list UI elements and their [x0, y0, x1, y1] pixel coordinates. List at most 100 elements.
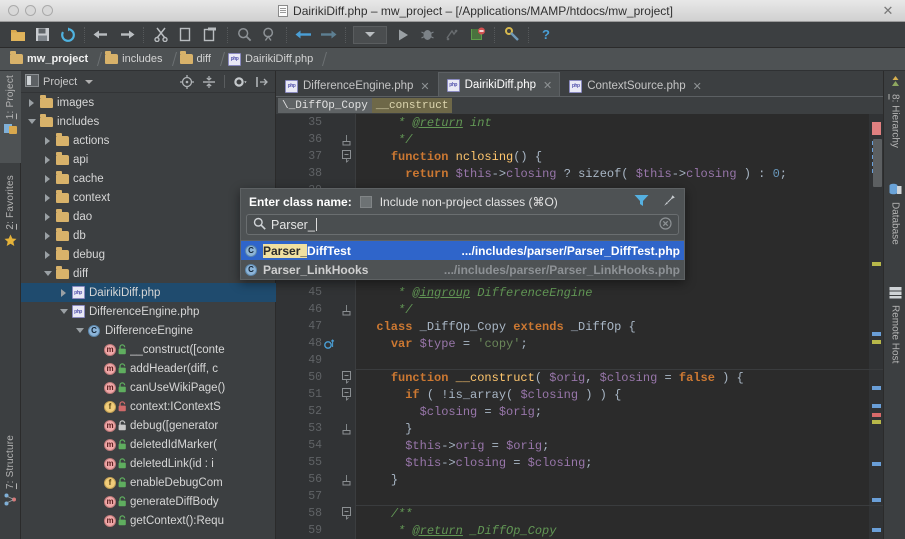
close-window-button[interactable] [8, 5, 19, 16]
marker-change[interactable] [872, 332, 881, 336]
find-icon[interactable] [232, 24, 257, 46]
chevron-down-icon[interactable] [41, 264, 54, 283]
breadcrumb-item-0[interactable]: mw_project [6, 48, 92, 71]
tree-row[interactable]: php DairikiDiff.php [21, 283, 276, 302]
breadcrumb-item-3[interactable]: php DairikiDiff.php [224, 48, 317, 71]
breadcrumb-chip-method[interactable]: __construct [371, 98, 453, 113]
save-all-icon[interactable] [30, 24, 55, 46]
tree-row[interactable]: m debug([generator [21, 416, 276, 435]
clear-icon[interactable] [659, 216, 672, 233]
tree-row[interactable]: api [21, 150, 276, 169]
title-close-icon[interactable]: ✕ [871, 3, 905, 19]
sidebar-item-hierarchy[interactable]: 8: Hierarchy [884, 75, 905, 170]
tree-row[interactable]: f enableDebugCom [21, 473, 276, 492]
tree-row[interactable]: debug [21, 245, 276, 264]
stop-listen-icon[interactable] [465, 24, 490, 46]
tree-row[interactable]: context [21, 188, 276, 207]
marker-change[interactable] [872, 404, 881, 408]
forward-icon[interactable] [316, 24, 341, 46]
marker-warning[interactable] [872, 420, 881, 424]
tree-row[interactable]: C DifferenceEngine [21, 321, 276, 340]
run-config-dropdown[interactable] [353, 25, 387, 44]
chevron-right-icon[interactable] [41, 188, 54, 207]
filter-icon[interactable] [634, 194, 649, 210]
sidebar-item-database[interactable]: Database [884, 183, 905, 273]
tree-row[interactable]: includes [21, 112, 276, 131]
result-item-0[interactable]: C Parser_DiffTest .../includes/parser/Pa… [241, 241, 684, 260]
fold-collapse-icon[interactable] [336, 387, 356, 402]
sidebar-item-structure[interactable]: 7: Structure [0, 435, 21, 535]
fold-end-icon[interactable] [336, 474, 356, 486]
tab-contextsource-php[interactable]: php ContextSource.php ✕ [560, 74, 710, 97]
marker-warning[interactable] [872, 340, 881, 344]
fold-collapse-icon[interactable] [336, 149, 356, 164]
chevron-down-icon[interactable] [73, 321, 86, 340]
breadcrumb-item-1[interactable]: includes [101, 48, 166, 71]
open-project-icon[interactable] [5, 24, 30, 46]
tree-row[interactable]: cache [21, 169, 276, 188]
fold-collapse-icon[interactable] [336, 370, 356, 385]
help-icon[interactable]: ? [533, 24, 558, 46]
chevron-down-icon[interactable] [85, 79, 94, 84]
back-icon[interactable] [291, 24, 316, 46]
chevron-right-icon[interactable] [41, 169, 54, 188]
tree-row[interactable]: php DifferenceEngine.php [21, 302, 276, 321]
chevron-right-icon[interactable] [41, 150, 54, 169]
fold-end-icon[interactable] [336, 134, 356, 146]
chevron-right-icon[interactable] [41, 245, 54, 264]
cut-icon[interactable] [148, 24, 173, 46]
marker-change[interactable] [872, 462, 881, 466]
close-icon[interactable]: ✕ [543, 79, 552, 92]
marker-change[interactable] [872, 386, 881, 390]
marker-warning[interactable] [872, 262, 881, 266]
project-tree[interactable]: images includes actions api cache context dao d… [21, 93, 276, 539]
tree-row[interactable]: diff [21, 264, 276, 283]
paste-icon[interactable] [198, 24, 223, 46]
close-icon[interactable]: ✕ [693, 80, 702, 93]
maximize-window-button[interactable] [42, 5, 53, 16]
goto-class-popup[interactable]: Enter class name: Include non-project cl… [240, 188, 685, 280]
copy-icon[interactable] [173, 24, 198, 46]
tree-row[interactable]: images [21, 93, 276, 112]
replace-icon[interactable] [257, 24, 282, 46]
settings-icon[interactable] [499, 24, 524, 46]
breadcrumb-chip-class[interactable]: \_DiffOp_Copy [278, 98, 372, 113]
tree-row[interactable]: m deletedIdMarker( [21, 435, 276, 454]
chevron-down-icon[interactable] [57, 302, 70, 321]
fold-end-icon[interactable] [336, 304, 356, 316]
tree-row[interactable]: m __construct([conte [21, 340, 276, 359]
locate-icon[interactable] [178, 73, 196, 91]
marker-error[interactable] [872, 413, 881, 417]
undo-icon[interactable] [89, 24, 114, 46]
run-icon[interactable] [390, 24, 415, 46]
redo-icon[interactable] [114, 24, 139, 46]
tree-row[interactable]: m canUseWikiPage() [21, 378, 276, 397]
result-item-1[interactable]: C Parser_LinkHooks .../includes/parser/P… [241, 260, 684, 279]
code-editor[interactable]: 35 * @return int 36 */37 function nclosin… [276, 114, 883, 539]
minimize-window-button[interactable] [25, 5, 36, 16]
hide-panel-icon[interactable] [253, 73, 271, 91]
fold-end-icon[interactable] [336, 423, 356, 435]
popup-result-list[interactable]: C Parser_DiffTest .../includes/parser/Pa… [241, 240, 684, 279]
tree-row[interactable]: m generateDiffBody [21, 492, 276, 511]
tree-row[interactable]: db [21, 226, 276, 245]
window-controls[interactable] [0, 5, 80, 16]
marker-change[interactable] [872, 528, 881, 532]
coverage-icon[interactable] [440, 24, 465, 46]
sidebar-item-project[interactable]: 1: Project [0, 71, 21, 163]
chevron-right-icon[interactable] [57, 283, 70, 302]
fold-collapse-icon[interactable] [336, 506, 356, 521]
class-name-search-field[interactable]: Parser_ [246, 214, 679, 235]
error-marker-strip[interactable] [869, 114, 883, 539]
chevron-down-icon[interactable] [25, 112, 38, 131]
sync-icon[interactable] [55, 24, 80, 46]
tree-row[interactable]: dao [21, 207, 276, 226]
marker-change[interactable] [872, 498, 881, 502]
chevron-right-icon[interactable] [41, 207, 54, 226]
sidebar-item-remote-host[interactable]: Remote Host [884, 286, 905, 396]
include-non-project-checkbox[interactable] [359, 195, 372, 208]
breadcrumb-item-2[interactable]: diff [176, 48, 215, 71]
collapse-all-icon[interactable] [200, 73, 218, 91]
tree-row[interactable]: m getContext():Requ [21, 511, 276, 530]
settings-gear-icon[interactable] [231, 73, 249, 91]
